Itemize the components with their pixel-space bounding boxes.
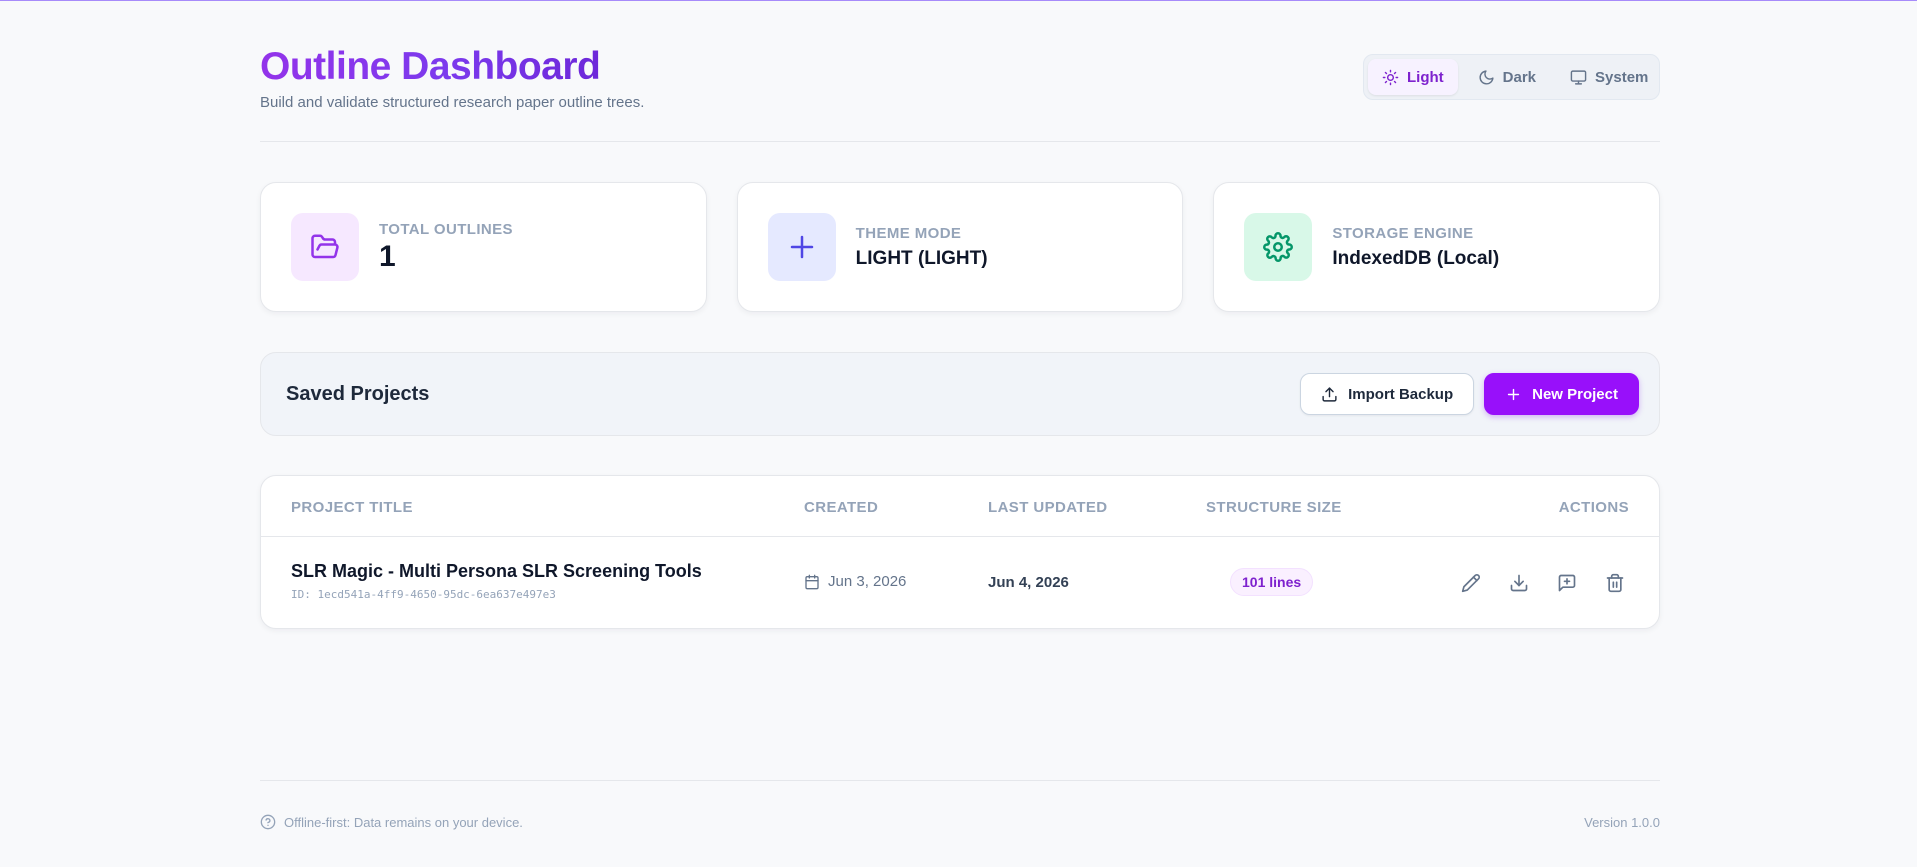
stat-value: LIGHT (LIGHT)	[855, 247, 988, 269]
created-date-text: Jun 3, 2026	[828, 573, 907, 590]
new-project-button[interactable]: New Project	[1484, 373, 1639, 415]
structure-size-badge: 101 lines	[1230, 568, 1314, 596]
add-comment-button[interactable]	[1543, 568, 1591, 598]
stat-icon-box	[291, 213, 359, 281]
plus-icon	[1507, 388, 1520, 400]
project-id: ID: 1ecd541a-4ff9-4650-95dc-6ea637e497e3	[291, 588, 556, 601]
column-header-updated: Last Updated	[988, 499, 1108, 516]
stat-value: IndexedDB (Local)	[1332, 247, 1500, 269]
version-text: Version 1.0.0	[1584, 815, 1660, 830]
download-icon	[1510, 574, 1528, 592]
moon-icon	[1479, 69, 1494, 84]
theme-system-label: System	[1595, 68, 1649, 86]
theme-dark-label: Dark	[1502, 68, 1537, 86]
stat-label: Total Outlines	[379, 220, 513, 238]
theme-light-button[interactable]: Light	[1368, 59, 1458, 95]
offline-note: Offline-first: Data remains on your devi…	[260, 814, 523, 830]
column-header-size: Structure Size	[1206, 499, 1342, 516]
new-project-label: New Project	[1532, 385, 1618, 403]
gear-icon	[1263, 232, 1294, 262]
project-title[interactable]: SLR Magic - Multi Persona SLR Screening …	[291, 561, 702, 582]
column-header-created: Created	[804, 499, 879, 516]
pencil-icon	[1461, 574, 1480, 593]
page-title: Outline Dashboard	[260, 45, 601, 88]
help-circle-icon	[260, 814, 276, 830]
row-actions	[1447, 568, 1639, 598]
message-plus-icon	[1558, 574, 1576, 592]
stat-label: Storage Engine	[1332, 224, 1474, 242]
updated-date: Jun 4, 2026	[988, 574, 1069, 591]
page-subtitle: Build and validate structured research p…	[260, 94, 645, 111]
stat-label: Theme Mode	[855, 224, 962, 242]
import-backup-button[interactable]: Import Backup	[1300, 373, 1475, 415]
sun-icon	[1382, 69, 1399, 85]
projects-table: Project Title Created Last Updated Struc…	[260, 475, 1660, 629]
download-button[interactable]	[1495, 568, 1543, 598]
stat-icon-box	[1244, 213, 1313, 281]
import-backup-label: Import Backup	[1348, 385, 1454, 403]
page-footer: Offline-first: Data remains on your devi…	[260, 780, 1660, 840]
stat-card-total-outlines: Total Outlines 1	[260, 182, 707, 312]
theme-toggle: Light Dark System	[1363, 54, 1660, 100]
created-date: Jun 3, 2026	[804, 573, 906, 590]
stat-card-theme-mode: Theme Mode LIGHT (LIGHT)	[736, 182, 1184, 312]
folder-open-icon	[311, 234, 339, 259]
stats-row: Total Outlines 1 Theme Mode LIGHT (LIGHT…	[260, 182, 1661, 312]
saved-projects-title: Saved Projects	[286, 382, 430, 405]
column-header-title: Project Title	[291, 499, 413, 516]
edit-button[interactable]	[1447, 568, 1495, 598]
offline-note-text: Offline-first: Data remains on your devi…	[284, 814, 523, 830]
column-header-actions: Actions	[1558, 499, 1629, 516]
stat-value: 1	[379, 239, 396, 273]
upload-icon	[1322, 386, 1337, 402]
stat-icon-box	[767, 213, 836, 281]
calendar-icon	[805, 574, 819, 589]
theme-system-button[interactable]: System	[1556, 59, 1662, 95]
table-row: SLR Magic - Multi Persona SLR Screening …	[261, 537, 1659, 628]
trash-icon	[1606, 573, 1624, 593]
saved-projects-bar: Saved Projects Import Backup New Project	[260, 352, 1660, 436]
dashboard: Outline Dashboard Build and validate str…	[260, 1, 1661, 830]
theme-dark-button[interactable]: Dark	[1464, 59, 1550, 95]
delete-button[interactable]	[1591, 568, 1639, 598]
theme-light-label: Light	[1407, 68, 1444, 86]
plus-icon	[790, 235, 813, 259]
table-header: Project Title Created Last Updated Struc…	[261, 476, 1659, 537]
stat-card-storage-engine: Storage Engine IndexedDB (Local)	[1213, 182, 1661, 312]
monitor-icon	[1570, 69, 1587, 85]
page-header: Outline Dashboard Build and validate str…	[260, 1, 1660, 142]
